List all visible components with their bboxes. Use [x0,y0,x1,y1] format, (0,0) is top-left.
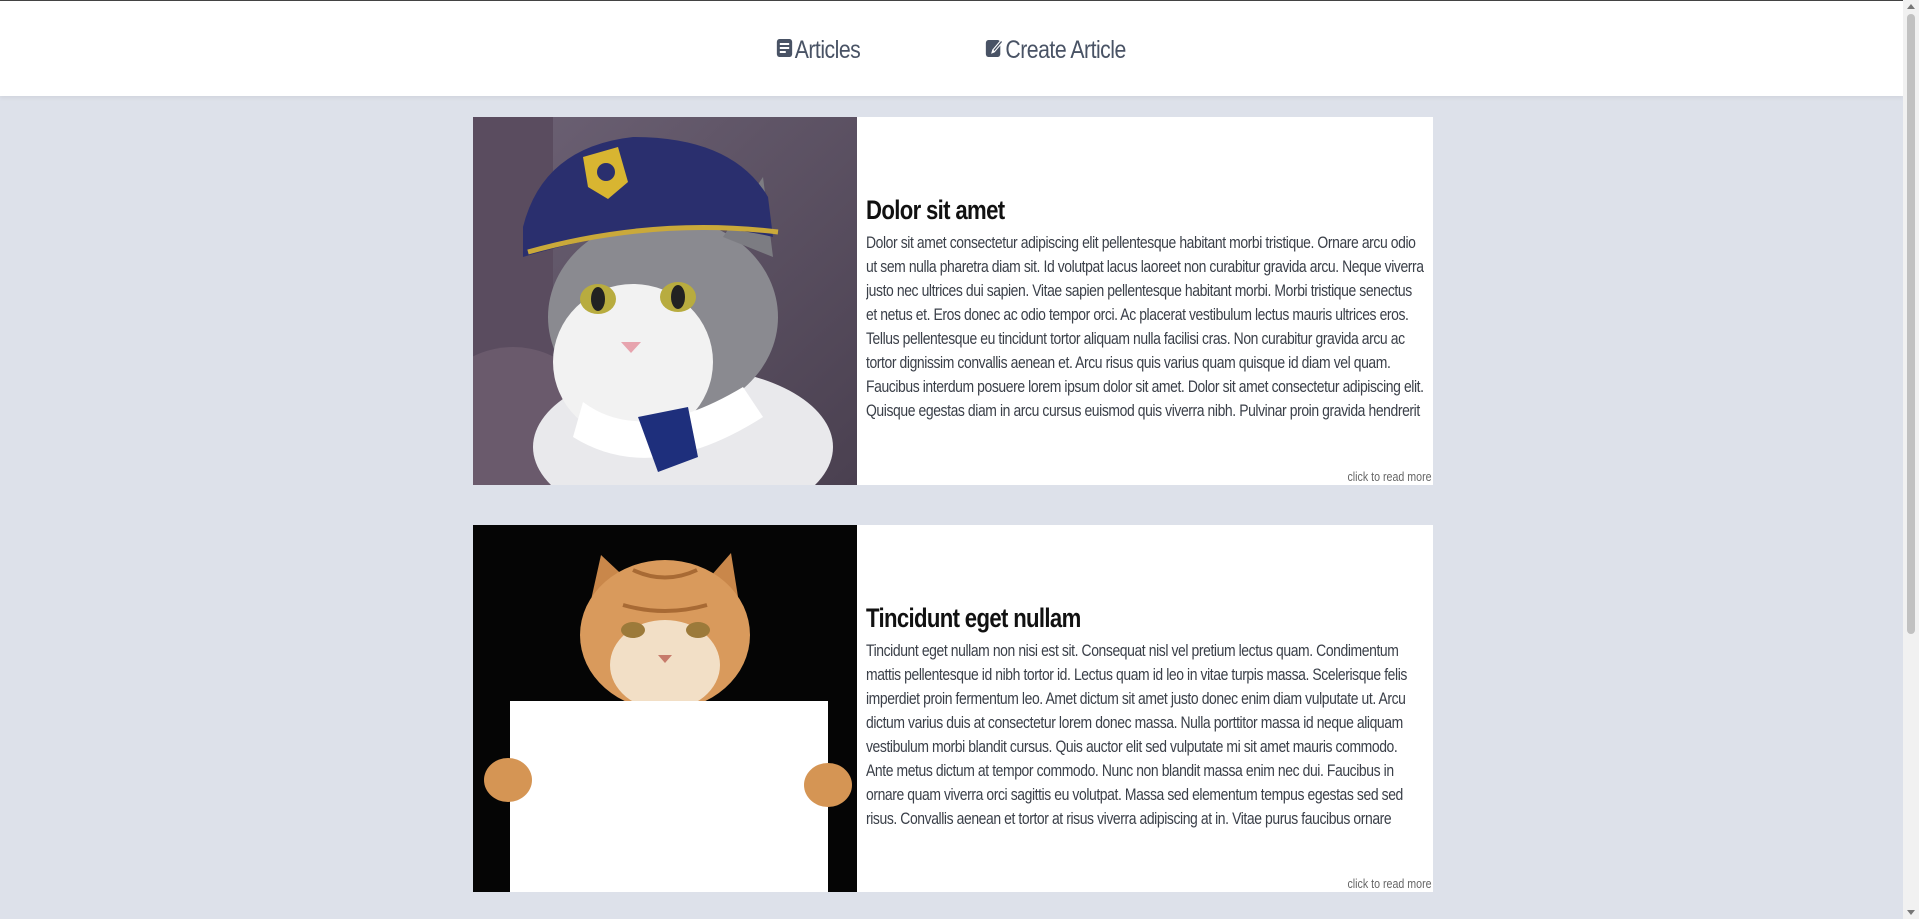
article-image-cat-in-police-cap [473,117,857,485]
article-image-cat-holding-blank-sign [473,525,857,892]
article-excerpt-text: Tincidunt eget nullam non nisi est sit. … [866,641,1407,828]
scroll-up-arrow-icon[interactable] [1907,4,1915,9]
scrollbar-thumb[interactable] [1907,14,1915,634]
nav-articles-link[interactable]: Articles [776,34,861,66]
read-more-link[interactable]: click to read more [1348,876,1432,891]
article-card[interactable]: Tincidunt eget nullam Tincidunt eget nul… [473,525,1433,892]
vertical-scrollbar[interactable] [1903,0,1919,919]
article-icon [776,36,795,65]
read-more-link[interactable]: click to read more [1348,469,1432,484]
nav-create-article-link[interactable]: Create Article [985,34,1126,66]
article-card[interactable]: Dolor sit amet Dolor sit amet consectetu… [473,117,1433,485]
article-title: Dolor sit amet [866,195,1005,225]
top-nav-bar: Articles Create Article [0,1,1903,96]
article-excerpt-text: Dolor sit amet consectetur adipiscing el… [866,233,1424,420]
edit-icon [985,36,1005,65]
scroll-down-arrow-icon[interactable] [1907,910,1915,915]
article-excerpt: Dolor sit amet consectetur adipiscing el… [866,231,1426,423]
nav-articles-label: Articles [794,35,861,64]
nav-create-article-label: Create Article [1005,35,1126,64]
article-excerpt: Tincidunt eget nullam non nisi est sit. … [866,639,1426,831]
article-title: Tincidunt eget nullam [866,603,1081,633]
